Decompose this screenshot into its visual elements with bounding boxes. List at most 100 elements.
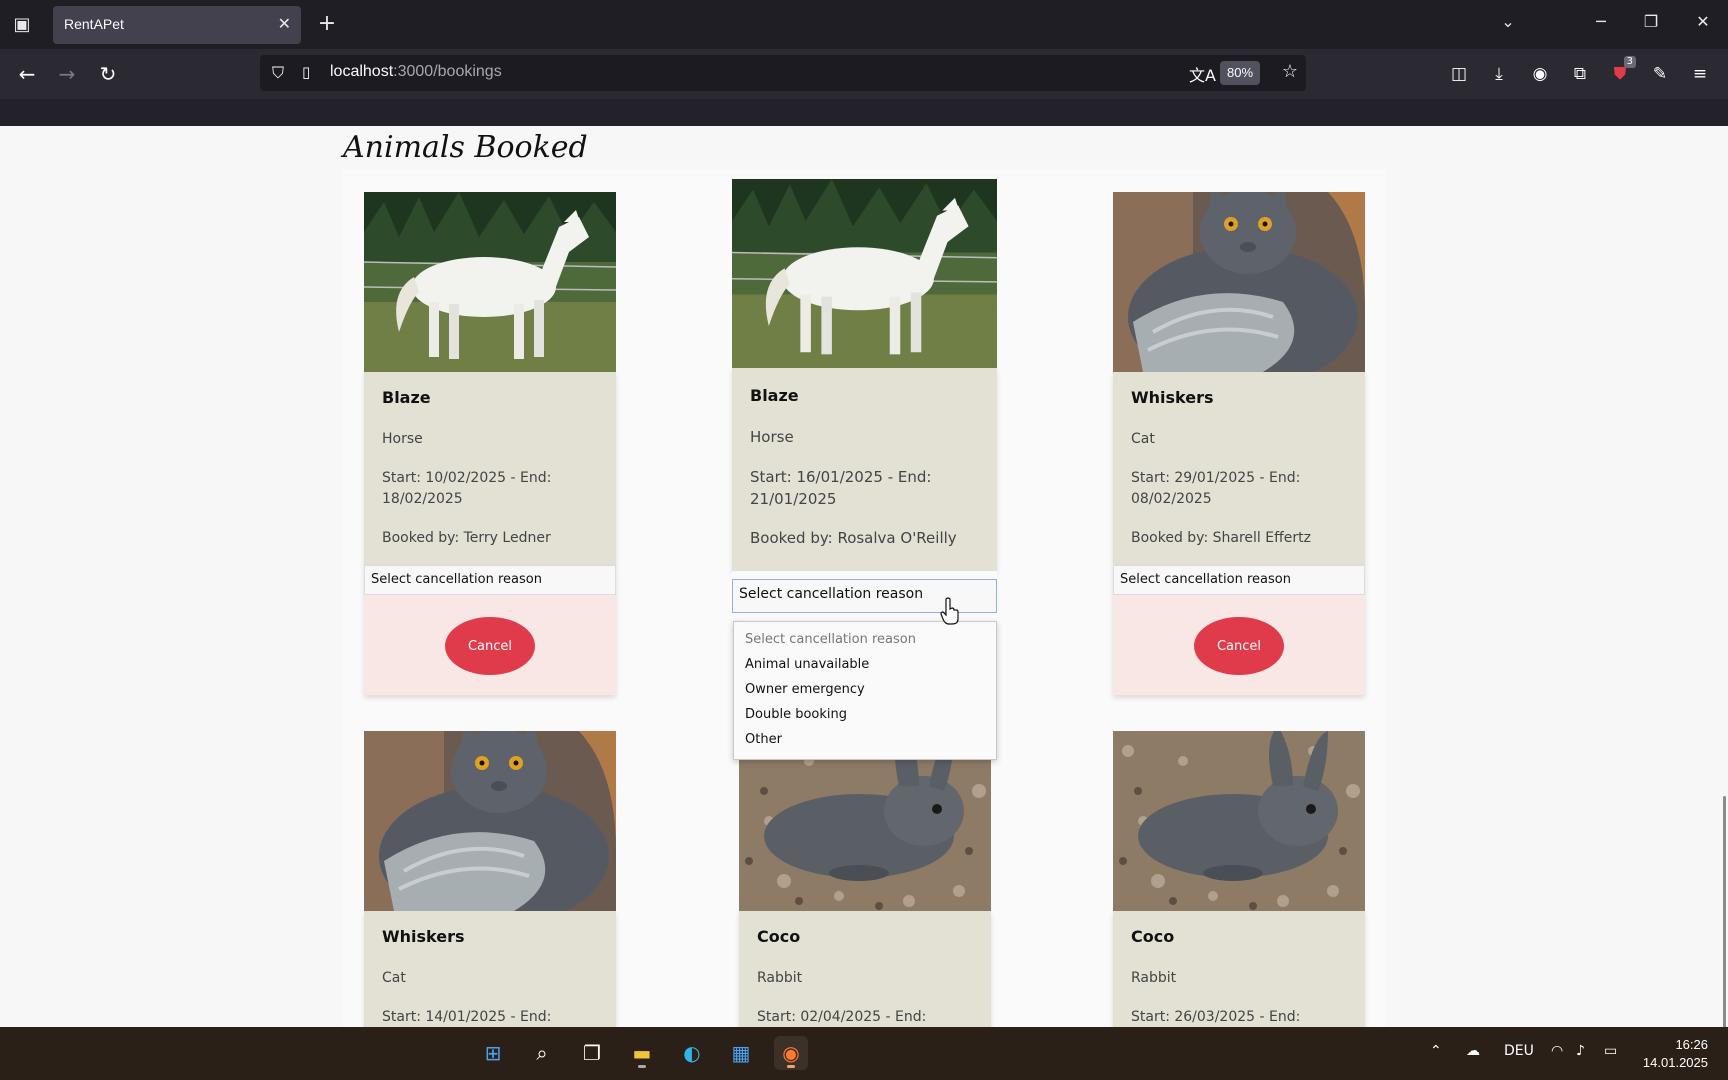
browser-nav-bar: ← → ↻ ⛉ ▯ localhost:3000/bookings 文A 80%… <box>0 49 1728 99</box>
animal-species: Rabbit <box>757 970 803 986</box>
firefox-icon[interactable]: ◉ <box>774 1036 808 1070</box>
animal-name: Coco <box>1131 927 1175 946</box>
animal-species: Cat <box>382 970 406 986</box>
start-icon[interactable]: ⊞ <box>476 1036 510 1070</box>
new-tab-icon[interactable]: + <box>314 12 340 38</box>
page-title: Animals Booked <box>343 130 588 165</box>
menu-icon[interactable]: ≡ <box>1686 60 1714 88</box>
url-path: :3000/bookings <box>393 63 502 80</box>
dropdown-option[interactable]: Other <box>734 728 996 753</box>
wifi-icon[interactable]: ◠ <box>1551 1043 1563 1059</box>
reload-icon[interactable]: ↻ <box>94 61 122 87</box>
file-explorer-icon[interactable]: ▬ <box>625 1036 659 1070</box>
ublock-icon[interactable]: ⛊ 3 <box>1606 56 1636 88</box>
cancel-button[interactable]: Cancel <box>445 617 535 675</box>
booked-by: Booked by: Sharell Effertz <box>1131 530 1311 546</box>
booking-dates: Start: 02/04/2025 - End: <box>757 1009 927 1025</box>
system-clock[interactable]: 16:26 14.01.2025 <box>1643 1036 1708 1072</box>
booking-card: Whiskers Cat Start: 14/01/2025 - End: <box>364 731 616 1027</box>
animal-species: Horse <box>382 431 423 447</box>
page-scrollbar[interactable] <box>1723 796 1726 1027</box>
animal-photo <box>364 731 616 911</box>
windows-taskbar: ⊞ ⌕ ❐ ▬ ◐ ▦ ◉ ⌃ ☁ DEU ◠ ♪ ▭ 16:26 14.01.… <box>0 1027 1728 1080</box>
card-info: Coco Rabbit Start: 26/03/2025 - End: <box>1113 911 1365 1027</box>
cancel-button[interactable]: Cancel <box>1194 617 1284 675</box>
booking-card: Blaze Horse Start: 10/02/2025 - End: 18/… <box>364 192 616 695</box>
battery-icon[interactable]: ▭ <box>1604 1043 1617 1059</box>
tab-title: RentAPet <box>64 16 124 32</box>
url-host: localhost <box>330 63 394 80</box>
translate-icon[interactable]: 文A <box>1189 62 1216 86</box>
close-window-icon[interactable]: ✕ <box>1690 12 1716 31</box>
animal-photo <box>1113 731 1365 911</box>
hand-cursor-icon <box>940 597 959 625</box>
close-tab-icon[interactable]: ✕ <box>278 14 291 33</box>
dropdown-option[interactable]: Owner emergency <box>734 678 996 703</box>
url-bar[interactable]: ⛉ ▯ localhost:3000/bookings 文A 80% ☆ <box>260 55 1306 91</box>
tab-list-icon[interactable]: ▣ <box>10 13 34 37</box>
dropdown-option[interactable]: Double booking <box>734 703 996 728</box>
zoom-level[interactable]: 80% <box>1220 61 1260 85</box>
store-icon[interactable]: ▦ <box>724 1036 758 1070</box>
animal-photo <box>1113 192 1365 372</box>
restore-icon[interactable]: ❐ <box>1638 12 1664 31</box>
booking-card: Whiskers Cat Start: 29/01/2025 - End: 08… <box>1113 192 1365 695</box>
downloads-icon[interactable]: ⤓ <box>1485 60 1513 88</box>
animal-species: Cat <box>1131 431 1155 447</box>
animal-name: Whiskers <box>382 927 465 946</box>
back-icon[interactable]: ← <box>13 61 41 87</box>
booked-by: Booked by: Rosalva O'Reilly <box>750 529 957 547</box>
animal-species: Rabbit <box>1131 970 1177 986</box>
url-text[interactable]: localhost:3000/bookings <box>330 63 502 81</box>
bookmark-star-icon[interactable]: ☆ <box>1282 61 1298 82</box>
booked-by: Booked by: Terry Ledner <box>382 530 551 546</box>
page-icon[interactable]: ▯ <box>302 63 322 83</box>
shield-icon[interactable]: ⛉ <box>272 63 292 83</box>
animal-species: Horse <box>750 428 794 446</box>
card-actions: Select cancellation reason Cancel <box>364 565 616 695</box>
onedrive-icon[interactable]: ☁ <box>1466 1043 1480 1059</box>
card-actions: Select cancellation reason Cancel <box>1113 565 1365 695</box>
browser-tab-bar: ▣ RentAPet ✕ + ⌄ ─ ❐ ✕ <box>0 0 1728 49</box>
animal-photo <box>732 179 997 368</box>
booking-dates: Start: 14/01/2025 - End: <box>382 1009 552 1025</box>
animal-photo <box>364 192 616 372</box>
animal-name: Blaze <box>382 388 431 407</box>
card-info: Blaze Horse Start: 10/02/2025 - End: 18/… <box>364 372 616 565</box>
booking-card: Coco Rabbit Start: 26/03/2025 - End: <box>1113 731 1365 1027</box>
account-icon[interactable]: ◉ <box>1526 60 1554 88</box>
card-info: Blaze Horse Start: 16/01/2025 - End: 21/… <box>732 368 997 571</box>
cancellation-reason-select[interactable]: Select cancellation reason <box>364 565 616 595</box>
forward-icon[interactable]: → <box>53 61 81 87</box>
booking-dates: Start: 16/01/2025 - End: 21/01/2025 <box>750 468 932 508</box>
volume-icon[interactable]: ♪ <box>1576 1043 1585 1059</box>
card-info: Coco Rabbit Start: 02/04/2025 - End: <box>739 911 991 1027</box>
list-all-tabs-icon[interactable]: ⌄ <box>1495 12 1521 31</box>
edge-icon[interactable]: ◐ <box>675 1036 709 1070</box>
card-info: Whiskers Cat Start: 14/01/2025 - End: <box>364 911 616 1027</box>
clock-time: 16:26 <box>1675 1037 1708 1052</box>
pocket-icon[interactable]: ◫ <box>1445 60 1473 88</box>
dropdown-option[interactable]: Animal unavailable <box>734 653 996 678</box>
extension-badge: 3 <box>1623 56 1636 68</box>
running-indicator <box>787 1065 795 1068</box>
extensions-icon[interactable]: ⧉ <box>1566 60 1594 88</box>
booking-card: Blaze Horse Start: 16/01/2025 - End: 21/… <box>732 179 997 613</box>
search-icon[interactable]: ⌕ <box>525 1036 559 1070</box>
tab-rentapet[interactable]: RentAPet ✕ <box>53 6 301 44</box>
booking-card: Coco Rabbit Start: 02/04/2025 - End: <box>739 731 991 1027</box>
animal-name: Blaze <box>750 386 799 405</box>
input-language[interactable]: DEU <box>1504 1043 1534 1059</box>
tray-chevron-icon[interactable]: ⌃ <box>1430 1043 1442 1059</box>
animal-name: Whiskers <box>1131 388 1214 407</box>
app-header-strip <box>0 99 1728 126</box>
card-info: Whiskers Cat Start: 29/01/2025 - End: 08… <box>1113 372 1365 565</box>
dropdown-option[interactable]: Select cancellation reason <box>734 628 996 653</box>
cancellation-reason-dropdown: Select cancellation reason Animal unavai… <box>733 621 997 760</box>
task-view-icon[interactable]: ❐ <box>575 1036 609 1070</box>
booking-dates: Start: 29/01/2025 - End: 08/02/2025 <box>1131 470 1301 507</box>
cancellation-reason-select[interactable]: Select cancellation reason <box>1113 565 1365 595</box>
pen-icon[interactable]: ✎ <box>1646 60 1674 88</box>
animal-name: Coco <box>757 927 801 946</box>
minimize-icon[interactable]: ─ <box>1588 12 1614 31</box>
